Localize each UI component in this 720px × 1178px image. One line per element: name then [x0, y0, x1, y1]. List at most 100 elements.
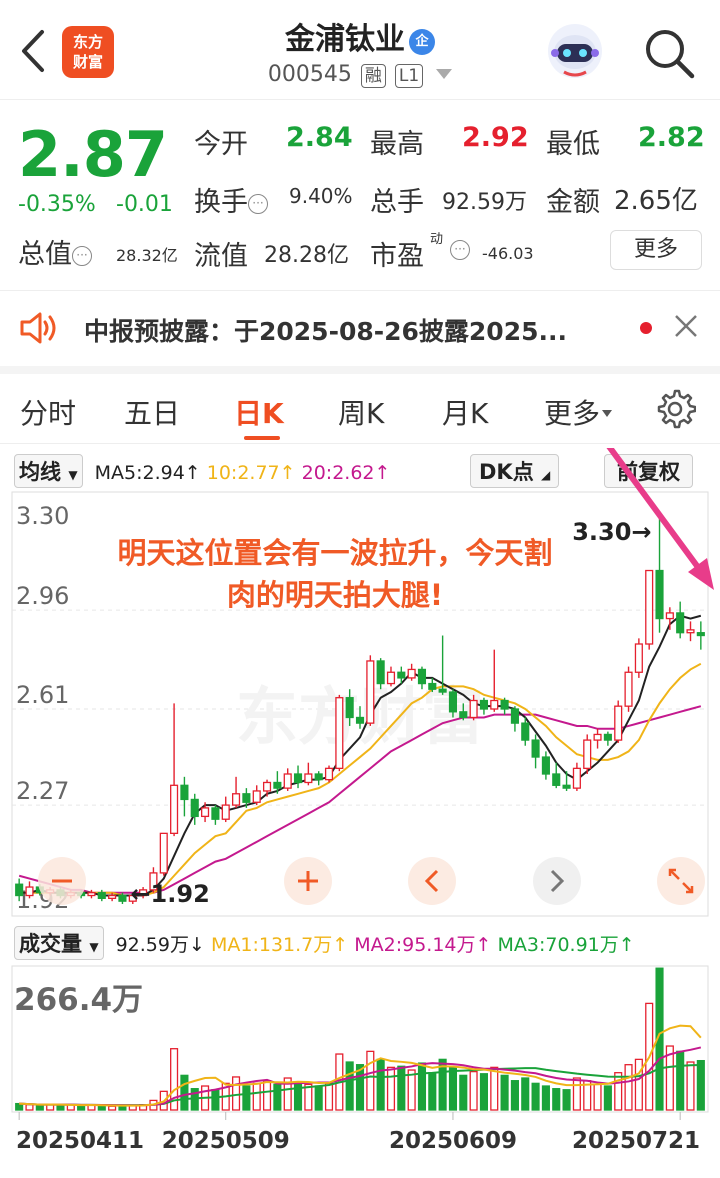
volume-bar	[77, 1105, 86, 1111]
volume-ma3: MA3:70.91万↑	[497, 934, 635, 956]
candle-body	[490, 699, 499, 710]
date-label: 20250609	[389, 1128, 517, 1154]
candle-body	[366, 660, 375, 724]
date-label: 20250411	[16, 1128, 144, 1154]
volume-bar	[448, 1066, 458, 1111]
volume-select[interactable]: 成交量 ▼	[14, 926, 104, 960]
volume-bar	[252, 1082, 261, 1111]
candle-body	[211, 807, 220, 820]
info-icon[interactable]: ···	[248, 194, 268, 214]
date-axis: 20250411 20250509 20250609 20250721	[16, 1112, 700, 1154]
dropdown-arrow-icon	[602, 410, 613, 417]
volume-bar	[345, 1061, 354, 1111]
candle-body	[386, 671, 396, 685]
volume-bar	[262, 1080, 272, 1111]
volume-bar	[614, 1072, 623, 1111]
scroll-left-button[interactable]	[408, 857, 456, 905]
volume-bar	[634, 1058, 643, 1111]
header-bar: 东方 财富 金浦钛业企 000545 融 L1	[0, 0, 720, 100]
candle-body	[510, 708, 519, 724]
notice-bar[interactable]: 中报预披露：于2025-08-26披露2025...	[0, 298, 720, 362]
volume-toolbar: 成交量 ▼ 92.59万↓ MA1:131.7万↑ MA2:95.14万↑ MA…	[14, 926, 635, 960]
market-cap-label: 总值 ···	[18, 232, 92, 271]
candle-body	[170, 784, 179, 834]
candle-body	[201, 807, 210, 818]
scroll-right-button[interactable]	[533, 857, 581, 905]
candle-body	[624, 671, 633, 707]
open-value: 2.84	[286, 122, 353, 153]
divider	[0, 290, 720, 291]
tab-intraday[interactable]: 分时	[20, 392, 76, 432]
info-icon[interactable]: ···	[72, 246, 92, 266]
close-icon[interactable]	[672, 312, 700, 340]
candle-body	[262, 781, 272, 792]
volume-bar	[242, 1085, 251, 1111]
tab-more[interactable]: 更多	[544, 392, 613, 432]
info-icon[interactable]: ···	[450, 240, 470, 260]
open-label: 今开	[194, 129, 248, 160]
candle-body	[324, 767, 334, 781]
enterprise-badge-icon: 企	[409, 29, 435, 55]
change-amount: -0.01	[116, 192, 173, 217]
volume-bar	[324, 1082, 334, 1111]
candle-body	[676, 612, 685, 634]
volume-bar	[428, 1072, 437, 1111]
tab-weekly-k[interactable]: 周K	[338, 392, 384, 432]
current-price: 2.87	[18, 118, 168, 191]
stock-code-line[interactable]: 000545 融 L1	[0, 62, 720, 88]
candle-body	[97, 892, 106, 899]
candle-body	[355, 716, 365, 724]
turnover-label: 换手 ···	[194, 180, 268, 219]
speaker-icon	[20, 312, 56, 344]
fullscreen-expand-icon[interactable]	[657, 857, 705, 905]
search-icon[interactable]	[640, 24, 698, 82]
candle-body	[438, 688, 447, 693]
gear-icon[interactable]	[654, 388, 696, 430]
candle-body	[521, 722, 530, 741]
period-tabs: 分时 五日 日K 周K 月K 更多	[0, 380, 720, 444]
volume-ma1: MA1:131.7万↑	[210, 934, 349, 956]
candle-body	[500, 699, 509, 710]
turnover-value: 9.40%	[289, 184, 353, 208]
volume-bar	[314, 1085, 323, 1111]
volume-bar	[572, 1077, 581, 1111]
candle-body	[428, 682, 437, 690]
high-value: 2.92	[462, 122, 529, 153]
volume-bar	[273, 1083, 282, 1111]
volume-bar	[25, 1104, 34, 1111]
volume-bar	[552, 1088, 561, 1111]
candle-body	[397, 671, 406, 679]
tab-monthly-k[interactable]: 月K	[442, 392, 488, 432]
volume-bar	[510, 1080, 519, 1111]
volume-bar	[593, 1083, 602, 1111]
ai-assistant-robot-icon[interactable]	[546, 22, 604, 80]
tab-five-day[interactable]: 五日	[124, 392, 180, 432]
candle-body	[252, 790, 261, 803]
candle-body	[273, 781, 282, 789]
candle-body	[25, 886, 34, 897]
active-tab-indicator	[244, 436, 280, 440]
volume-bar	[417, 1062, 427, 1111]
volume-bar	[232, 1076, 241, 1111]
candle-body	[634, 643, 643, 673]
low-value: 2.82	[638, 122, 705, 153]
zoom-out-button[interactable]	[38, 857, 86, 905]
more-quote-button[interactable]: 更多	[610, 230, 702, 270]
level-tag: L1	[394, 64, 424, 88]
zoom-in-button[interactable]	[284, 857, 332, 905]
amount-value: 2.65亿	[614, 186, 698, 216]
amount-label: 金额	[546, 187, 600, 218]
volume-bar	[211, 1089, 220, 1111]
candle-body	[108, 894, 117, 899]
tab-daily-k[interactable]: 日K	[234, 392, 284, 432]
candle-body	[583, 739, 592, 769]
candle-body	[335, 697, 344, 769]
candle-body	[87, 892, 96, 897]
candle-body	[283, 773, 292, 789]
volume-max-label: 266.4万	[14, 982, 143, 1018]
date-label: 20250721	[572, 1128, 700, 1154]
low-label: 最低	[546, 129, 600, 160]
high-label: 最高	[370, 129, 424, 160]
ma5-line	[19, 614, 702, 897]
candle-body	[593, 733, 602, 741]
